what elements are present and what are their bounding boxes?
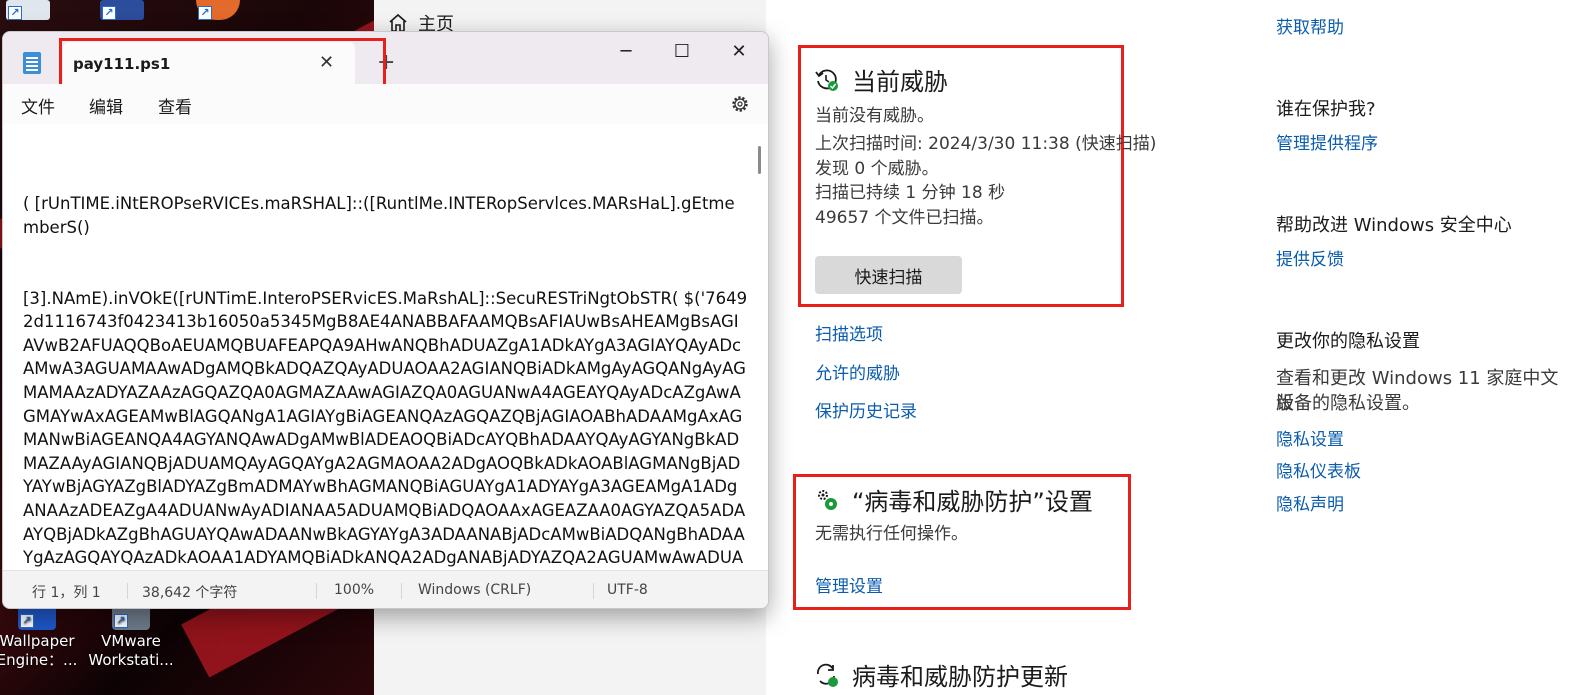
manage-providers-link[interactable]: 管理提供程序 [1276,129,1378,154]
settings-gears-icon [818,489,837,510]
protection-settings-heading: “病毒和威胁防护”设置 [814,482,1093,517]
maximize-icon[interactable]: ☐ [662,40,702,64]
code-line: [3].NAmE).inVOkE([rUNTimE.InteroPSERvicE… [23,288,748,568]
desktop-icon-label: Wallpaper [0,632,75,650]
manage-settings-link[interactable]: 管理设置 [815,572,883,597]
scan-options-link[interactable]: 扫描选项 [815,320,883,345]
vertical-scrollbar[interactable] [758,146,761,174]
current-threats-heading: 当前威胁 [814,62,948,97]
minimize-icon[interactable]: ─ [606,40,646,64]
notepad-text-area[interactable]: ( [rUnTIME.iNtEROPseRVICEs.maRSHAL]::([R… [3,124,768,568]
highlight-box-tab [59,38,386,90]
privacy-description-line2: 设备的隐私设置。 [1276,393,1420,414]
protection-settings-title: “病毒和威胁防护”设置 [852,488,1093,516]
zoom-level[interactable]: 100% [334,582,374,598]
desktop-icon-label: VMware [101,632,161,650]
notepad-statusbar: 行 1，列 1 38,642 个字符 100% Windows (CRLF) U… [3,570,768,608]
shortcut-arrow-icon: ↗ [114,614,128,628]
notepad-app-icon [23,52,41,74]
update-refresh-icon [817,663,838,687]
status-divider [593,583,594,599]
status-divider [127,583,128,599]
cursor-position: 行 1，列 1 [32,585,101,601]
close-window-icon[interactable]: ✕ [719,40,759,64]
home-icon [389,13,407,32]
no-threats-text: 当前没有威胁。 [815,106,934,126]
privacy-statement-link[interactable]: 隐私声明 [1276,490,1344,515]
shortcut-arrow-icon: ↗ [102,6,116,20]
give-feedback-link[interactable]: 提供反馈 [1276,245,1344,270]
scan-duration-text: 扫描已持续 1 分钟 18 秒 [815,183,1006,203]
who-protects-heading: 谁在保护我? [1276,99,1376,120]
privacy-settings-link[interactable]: 隐私设置 [1276,425,1344,450]
files-scanned-text: 49657 个文件已扫描。 [815,208,994,228]
quick-scan-button[interactable]: 快速扫描 [815,256,962,294]
gear-icon[interactable] [730,94,750,114]
scan-history-icon [815,69,838,91]
menu-view[interactable]: 查看 [158,93,192,118]
menu-edit[interactable]: 编辑 [89,93,123,118]
allowed-threats-link[interactable]: 允许的威胁 [815,359,900,384]
improve-security-heading: 帮助改进 Windows 安全中心 [1276,215,1512,236]
shortcut-arrow-icon: ↗ [198,6,212,20]
status-divider [401,583,402,599]
protection-history-link[interactable]: 保护历史记录 [815,397,917,422]
line-ending[interactable]: Windows (CRLF) [418,582,531,598]
protection-updates-heading: 病毒和威胁防护更新 [814,657,1068,692]
current-threats-title: 当前威胁 [852,68,948,96]
privacy-dashboard-link[interactable]: 隐私仪表板 [1276,457,1361,482]
shortcut-arrow-icon: ↗ [20,614,34,628]
menu-file[interactable]: 文件 [21,93,55,118]
privacy-heading: 更改你的隐私设置 [1276,331,1420,352]
get-help-link[interactable]: 获取帮助 [1276,13,1344,38]
character-count: 38,642 个字符 [142,585,238,601]
notepad-window[interactable]: pay111.ps1 ✕ + ─ ☐ ✕ 文件 编辑 查看 ( [rUnTIME… [2,31,769,609]
protection-updates-title: 病毒和威胁防护更新 [852,663,1068,691]
shortcut-arrow-icon: ↗ [8,6,22,20]
script-content: ( [rUnTIME.iNtEROPseRVICEs.maRSHAL]::([R… [23,145,748,568]
no-action-text: 无需执行任何操作。 [815,524,968,544]
threats-found-text: 发现 0 个威胁。 [815,159,939,179]
last-scan-text: 上次扫描时间: 2024/3/30 11:38 (快速扫描) [815,134,1157,154]
notepad-menubar: 文件 编辑 查看 [3,84,768,124]
desktop-icon-label: Workstati... [88,651,174,669]
status-divider [316,583,317,599]
desktop-icon-label: Engine：... [0,651,78,669]
code-line: ( [rUnTIME.iNtEROPseRVICEs.maRSHAL]::([R… [23,194,735,237]
file-encoding[interactable]: UTF-8 [607,582,648,598]
